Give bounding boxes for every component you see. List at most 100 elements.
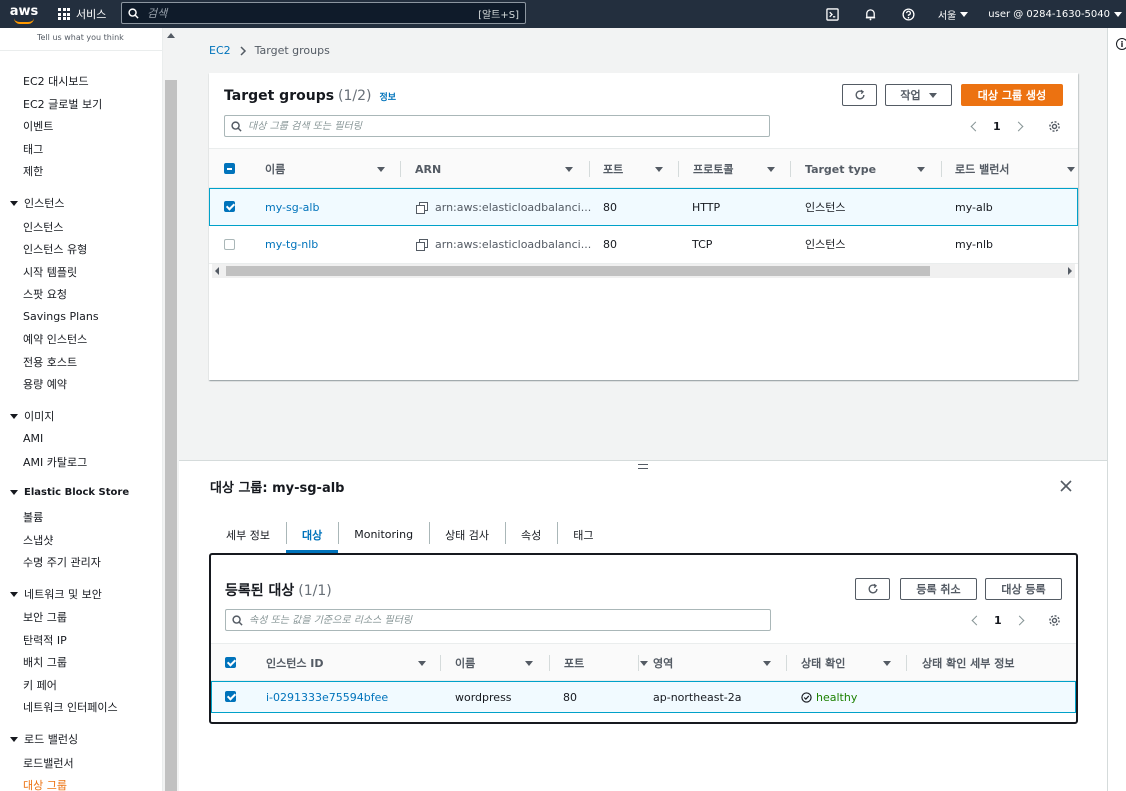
sidebar-item[interactable]: 인스턴스	[23, 219, 63, 235]
tab-health-checks[interactable]: 상태 검사	[429, 516, 505, 553]
sidebar-item[interactable]: 수명 주기 관리자	[23, 554, 101, 570]
gear-icon[interactable]	[1048, 120, 1061, 133]
sidebar-item[interactable]: 전용 호스트	[23, 354, 77, 370]
sidebar-item[interactable]: 키 페어	[23, 677, 57, 693]
breadcrumb-ec2[interactable]: EC2	[209, 44, 231, 57]
sidebar-item[interactable]: 태그	[23, 141, 43, 157]
scroll-up-arrow-icon[interactable]	[167, 33, 175, 38]
sidebar-section-header[interactable]: 로드 밸런싱	[10, 731, 78, 747]
actions-dropdown[interactable]: 작업	[885, 84, 952, 106]
prev-page-icon[interactable]	[970, 121, 981, 132]
current-page[interactable]: 1	[993, 120, 1001, 133]
column-header-arn[interactable]: ARN	[415, 149, 573, 189]
sidebar-item[interactable]: 이벤트	[23, 118, 53, 134]
table-row[interactable]: my-tg-nlb arn:aws:elasticloadbalanci... …	[209, 226, 1078, 264]
sidebar-section-header[interactable]: 이미지	[10, 408, 54, 424]
column-header-protocol[interactable]: 프로토콜	[693, 149, 775, 189]
tab-details[interactable]: 세부 정보	[210, 516, 286, 553]
sidebar-item[interactable]: 예약 인스턴스	[23, 331, 87, 347]
prev-page-icon[interactable]	[971, 615, 982, 626]
sidebar-section-header[interactable]: Elastic Block Store	[10, 487, 129, 498]
register-targets-button[interactable]: 대상 등록	[985, 578, 1062, 600]
close-icon[interactable]	[1059, 479, 1073, 493]
sidebar-item[interactable]: EC2 대시보드	[23, 73, 89, 89]
table-row[interactable]: my-sg-alb arn:aws:elasticloadbalanci... …	[209, 188, 1078, 226]
target-group-filter-input[interactable]	[248, 120, 763, 132]
global-search-input[interactable]	[147, 6, 471, 20]
targets-filter[interactable]	[225, 609, 771, 631]
scroll-left-arrow-icon[interactable]	[215, 267, 219, 275]
sidebar-item[interactable]: 보안 그룹	[23, 609, 67, 625]
refresh-button[interactable]	[842, 84, 877, 106]
row-checkbox[interactable]	[224, 239, 235, 250]
cloudshell-button[interactable]	[814, 0, 852, 28]
create-target-group-button[interactable]: 대상 그룹 생성	[961, 84, 1063, 106]
services-menu-button[interactable]: 서비스	[48, 0, 116, 28]
row-checkbox[interactable]	[225, 691, 236, 702]
refresh-button[interactable]	[855, 578, 890, 600]
info-icon[interactable]: i	[1116, 38, 1126, 50]
global-search[interactable]: [알트+S]	[121, 2, 526, 24]
tab-monitoring[interactable]: Monitoring	[338, 516, 429, 553]
select-all-checkbox[interactable]	[225, 657, 236, 668]
sidebar-item[interactable]: 스냅샷	[23, 532, 53, 548]
table-horizontal-scrollbar[interactable]	[212, 264, 1075, 278]
sidebar-section-header[interactable]: 인스턴스	[10, 195, 64, 211]
table-row[interactable]: i-0291333e75594bfee wordpress 80 ap-nort…	[211, 681, 1076, 713]
column-header-zone[interactable]: 영역	[653, 644, 771, 682]
target-group-filter[interactable]	[224, 115, 770, 137]
sidebar-item[interactable]: 볼륨	[23, 509, 43, 525]
sidebar-item[interactable]: 시작 템플릿	[23, 264, 77, 280]
sidebar-item[interactable]: 대상 그룹	[23, 777, 67, 791]
column-header-health-details[interactable]: 상태 확인 세부 정보	[922, 644, 1014, 682]
next-page-icon[interactable]	[1013, 121, 1024, 132]
notifications-button[interactable]	[852, 0, 890, 28]
tab-attributes[interactable]: 속성	[505, 516, 557, 553]
select-all-checkbox[interactable]	[224, 163, 235, 174]
sidebar-item[interactable]: 로드밸런서	[23, 755, 74, 771]
copy-icon[interactable]	[416, 238, 428, 251]
aws-logo[interactable]: aws	[0, 0, 48, 28]
target-group-name-link[interactable]: my-tg-nlb	[265, 226, 318, 262]
gear-icon[interactable]	[1048, 614, 1061, 627]
sidebar-item[interactable]: 제한	[23, 163, 43, 179]
next-page-icon[interactable]	[1014, 615, 1025, 626]
column-header-name[interactable]: 이름	[265, 149, 385, 189]
column-header-load-balancer[interactable]: 로드 밸런서	[955, 149, 1075, 189]
column-header-port[interactable]: 포트	[603, 149, 663, 189]
sidebar-scrollbar[interactable]	[163, 28, 179, 791]
scroll-right-arrow-icon[interactable]	[1068, 267, 1072, 275]
sidebar-item[interactable]: 네트워크 인터페이스	[23, 699, 118, 715]
sidebar-section-header[interactable]: 네트워크 및 보안	[10, 586, 102, 602]
column-header-health-status[interactable]: 상태 확인	[801, 644, 891, 682]
current-page[interactable]: 1	[994, 614, 1002, 627]
sidebar-item[interactable]: EC2 글로벌 보기	[23, 96, 102, 112]
sidebar-item[interactable]: 인스턴스 유형	[23, 241, 87, 257]
sidebar-item[interactable]: 스팟 요청	[23, 286, 67, 302]
info-link[interactable]: 정보	[380, 90, 397, 103]
feedback-link[interactable]: Tell us what you think	[37, 33, 124, 42]
sidebar-item[interactable]: 배치 그룹	[23, 654, 67, 670]
column-header-instance-id[interactable]: 인스턴스 ID	[266, 644, 426, 682]
sidebar-scroll-thumb[interactable]	[165, 80, 177, 791]
sidebar-item[interactable]: 탄력적 IP	[23, 632, 67, 648]
column-header-port[interactable]: 포트	[564, 644, 648, 682]
tab-tags[interactable]: 태그	[557, 516, 609, 553]
copy-icon[interactable]	[416, 201, 428, 214]
row-checkbox[interactable]	[224, 201, 235, 212]
resize-handle-icon[interactable]	[638, 464, 648, 469]
tab-targets[interactable]: 대상	[285, 516, 339, 553]
instance-id-link[interactable]: i-0291333e75594bfee	[266, 682, 388, 712]
sidebar-item[interactable]: Savings Plans	[23, 310, 99, 323]
column-header-name[interactable]: 이름	[455, 644, 533, 682]
sidebar-item[interactable]: AMI	[23, 432, 43, 445]
targets-filter-input[interactable]	[249, 614, 764, 626]
sidebar-item[interactable]: 용량 예약	[23, 376, 67, 392]
help-button[interactable]	[890, 0, 928, 28]
sidebar-item[interactable]: AMI 카탈로그	[23, 454, 87, 470]
horizontal-scroll-thumb[interactable]	[226, 266, 930, 276]
region-selector[interactable]: 서울	[928, 0, 978, 28]
deregister-button[interactable]: 등록 취소	[900, 578, 977, 600]
account-menu[interactable]: user @ 0284-1630-5040	[978, 0, 1126, 28]
target-group-name-link[interactable]: my-sg-alb	[265, 189, 319, 225]
